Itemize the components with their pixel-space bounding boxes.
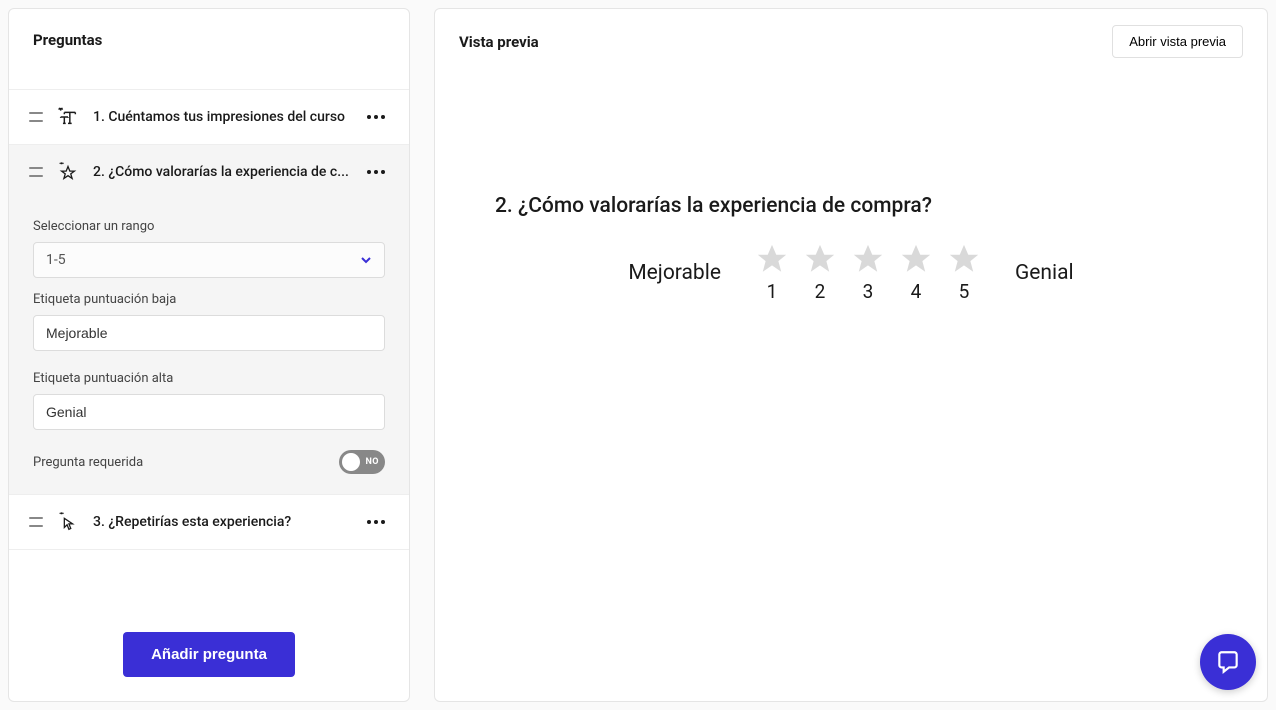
toggle-label: NO bbox=[365, 457, 379, 467]
star-icon bbox=[947, 242, 981, 276]
star-icon bbox=[803, 242, 837, 276]
rating-high-label: Genial bbox=[1015, 261, 1074, 285]
add-question-wrap: Añadir pregunta bbox=[9, 632, 409, 701]
question-row[interactable]: 3. ¿Repetirías esta experiencia? bbox=[9, 495, 409, 550]
toggle-knob bbox=[342, 453, 360, 471]
star-icon bbox=[899, 242, 933, 276]
drag-handle-icon[interactable] bbox=[29, 167, 43, 177]
star-1[interactable]: 1 bbox=[755, 242, 789, 303]
range-label: Seleccionar un rango bbox=[33, 219, 385, 234]
more-icon[interactable] bbox=[363, 516, 389, 528]
range-select[interactable]: 1-5 bbox=[33, 242, 385, 278]
add-question-button[interactable]: Añadir pregunta bbox=[123, 632, 295, 677]
help-bubble-button[interactable] bbox=[1200, 634, 1256, 690]
question-title: 3. ¿Repetirías esta experiencia? bbox=[93, 514, 349, 530]
preview-question-text: 2. ¿Cómo valorarías la experiencia de co… bbox=[495, 194, 1243, 218]
more-icon[interactable] bbox=[363, 166, 389, 178]
stars: 1 2 3 4 5 bbox=[755, 242, 981, 303]
star-number: 2 bbox=[815, 280, 826, 303]
more-icon[interactable] bbox=[363, 111, 389, 123]
star-number: 3 bbox=[863, 280, 874, 303]
star-3[interactable]: 3 bbox=[851, 242, 885, 303]
question-row-selected[interactable]: 2. ¿Cómo valorarías la experiencia de c.… bbox=[9, 145, 409, 199]
chevron-down-icon bbox=[360, 254, 372, 266]
required-label: Pregunta requerida bbox=[33, 455, 143, 470]
high-label-input[interactable] bbox=[33, 394, 385, 430]
question-editor: Seleccionar un rango 1-5 Etiqueta puntua… bbox=[9, 199, 409, 495]
preview-panel: Vista previa Abrir vista previa 2. ¿Cómo… bbox=[434, 8, 1268, 702]
open-preview-button[interactable]: Abrir vista previa bbox=[1112, 25, 1243, 58]
question-title: 2. ¿Cómo valorarías la experiencia de c.… bbox=[93, 164, 349, 180]
questions-header: Preguntas bbox=[9, 9, 409, 90]
star-question-icon bbox=[57, 161, 79, 183]
star-4[interactable]: 4 bbox=[899, 242, 933, 303]
question-title: 1. Cuéntamos tus impresiones del curso bbox=[93, 109, 349, 125]
star-2[interactable]: 2 bbox=[803, 242, 837, 303]
chat-icon bbox=[1215, 649, 1241, 675]
star-number: 1 bbox=[767, 280, 778, 303]
star-icon bbox=[755, 242, 789, 276]
required-toggle[interactable]: NO bbox=[339, 450, 385, 474]
star-icon bbox=[851, 242, 885, 276]
star-5[interactable]: 5 bbox=[947, 242, 981, 303]
star-number: 5 bbox=[959, 280, 970, 303]
range-select-value: 1-5 bbox=[46, 252, 66, 268]
low-label-label: Etiqueta puntuación baja bbox=[33, 292, 385, 307]
question-row[interactable]: 1. Cuéntamos tus impresiones del curso bbox=[9, 90, 409, 145]
questions-panel: Preguntas 1. Cuéntamos tus impresiones d… bbox=[8, 8, 410, 702]
rating-low-label: Mejorable bbox=[628, 261, 721, 285]
click-question-icon bbox=[57, 511, 79, 533]
preview-title: Vista previa bbox=[459, 33, 539, 51]
text-question-icon bbox=[57, 106, 79, 128]
high-label-label: Etiqueta puntuación alta bbox=[33, 371, 385, 386]
drag-handle-icon[interactable] bbox=[29, 112, 43, 122]
drag-handle-icon[interactable] bbox=[29, 517, 43, 527]
rating-row: Mejorable 1 2 3 4 bbox=[459, 242, 1243, 303]
low-label-input[interactable] bbox=[33, 315, 385, 351]
star-number: 4 bbox=[911, 280, 922, 303]
